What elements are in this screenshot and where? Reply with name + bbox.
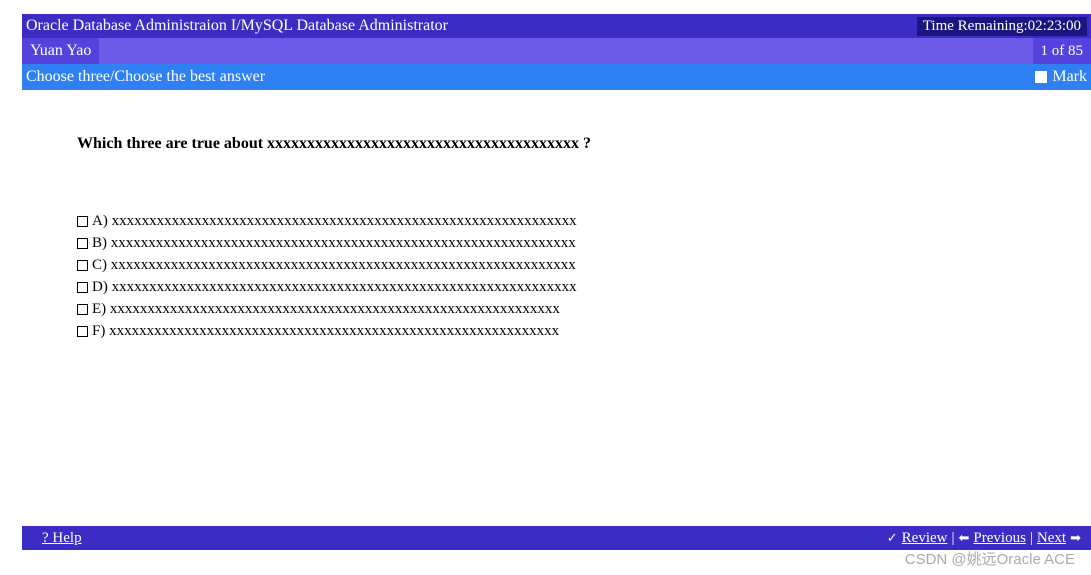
exam-container: Oracle Database Administraion I/MySQL Da… (22, 14, 1091, 550)
option-row: F) xxxxxxxxxxxxxxxxxxxxxxxxxxxxxxxxxxxxx… (77, 323, 1036, 340)
footer-nav: Review | Previous | Next (887, 530, 1081, 547)
option-checkbox[interactable] (77, 282, 88, 293)
candidate-name: Yuan Yao (22, 38, 99, 64)
option-row: D) xxxxxxxxxxxxxxxxxxxxxxxxxxxxxxxxxxxxx… (77, 279, 1036, 296)
candidate-bar: Yuan Yao 1 of 85 (22, 38, 1091, 64)
option-checkbox[interactable] (77, 304, 88, 315)
option-row: C) xxxxxxxxxxxxxxxxxxxxxxxxxxxxxxxxxxxxx… (77, 257, 1036, 274)
option-text: E) xxxxxxxxxxxxxxxxxxxxxxxxxxxxxxxxxxxxx… (92, 301, 560, 318)
option-text: B) xxxxxxxxxxxxxxxxxxxxxxxxxxxxxxxxxxxxx… (92, 235, 576, 252)
exam-title: Oracle Database Administraion I/MySQL Da… (26, 17, 448, 35)
options-list: A) xxxxxxxxxxxxxxxxxxxxxxxxxxxxxxxxxxxxx… (77, 213, 1036, 340)
help-link[interactable]: ? Help (32, 530, 82, 547)
time-remaining: Time Remaining:02:23:00 (917, 17, 1087, 36)
header-bar: Oracle Database Administraion I/MySQL Da… (22, 14, 1091, 38)
option-text: F) xxxxxxxxxxxxxxxxxxxxxxxxxxxxxxxxxxxxx… (92, 323, 559, 340)
check-icon (887, 530, 898, 547)
question-area: Which three are true about xxxxxxxxxxxxx… (22, 90, 1091, 526)
question-text: Which three are true about xxxxxxxxxxxxx… (77, 135, 1036, 153)
separator: | (1030, 530, 1033, 547)
next-link[interactable]: Next (1037, 530, 1066, 547)
instruction-bar: Choose three/Choose the best answer Mark (22, 64, 1091, 90)
option-checkbox[interactable] (77, 326, 88, 337)
arrow-left-icon (959, 530, 970, 547)
time-value: 02:23:00 (1028, 18, 1081, 34)
option-text: C) xxxxxxxxxxxxxxxxxxxxxxxxxxxxxxxxxxxxx… (92, 257, 576, 274)
mark-checkbox-icon[interactable] (1035, 71, 1047, 83)
question-progress: 1 of 85 (1033, 38, 1091, 64)
option-text: D) xxxxxxxxxxxxxxxxxxxxxxxxxxxxxxxxxxxxx… (92, 279, 577, 296)
watermark: CSDN @姚远Oracle ACE (905, 548, 1075, 569)
option-text: A) xxxxxxxxxxxxxxxxxxxxxxxxxxxxxxxxxxxxx… (92, 213, 577, 230)
review-link[interactable]: Review (902, 530, 948, 547)
previous-link[interactable]: Previous (973, 530, 1026, 547)
option-row: A) xxxxxxxxxxxxxxxxxxxxxxxxxxxxxxxxxxxxx… (77, 213, 1036, 230)
option-row: E) xxxxxxxxxxxxxxxxxxxxxxxxxxxxxxxxxxxxx… (77, 301, 1036, 318)
footer-bar: ? Help Review | Previous | Next (22, 526, 1091, 550)
mark-label: Mark (1052, 68, 1087, 86)
arrow-right-icon (1070, 530, 1081, 547)
option-row: B) xxxxxxxxxxxxxxxxxxxxxxxxxxxxxxxxxxxxx… (77, 235, 1036, 252)
instruction-text: Choose three/Choose the best answer (26, 68, 265, 86)
mark-question[interactable]: Mark (1035, 68, 1087, 86)
time-label: Time Remaining: (923, 18, 1028, 34)
option-checkbox[interactable] (77, 260, 88, 271)
option-checkbox[interactable] (77, 216, 88, 227)
option-checkbox[interactable] (77, 238, 88, 249)
separator: | (951, 530, 954, 547)
